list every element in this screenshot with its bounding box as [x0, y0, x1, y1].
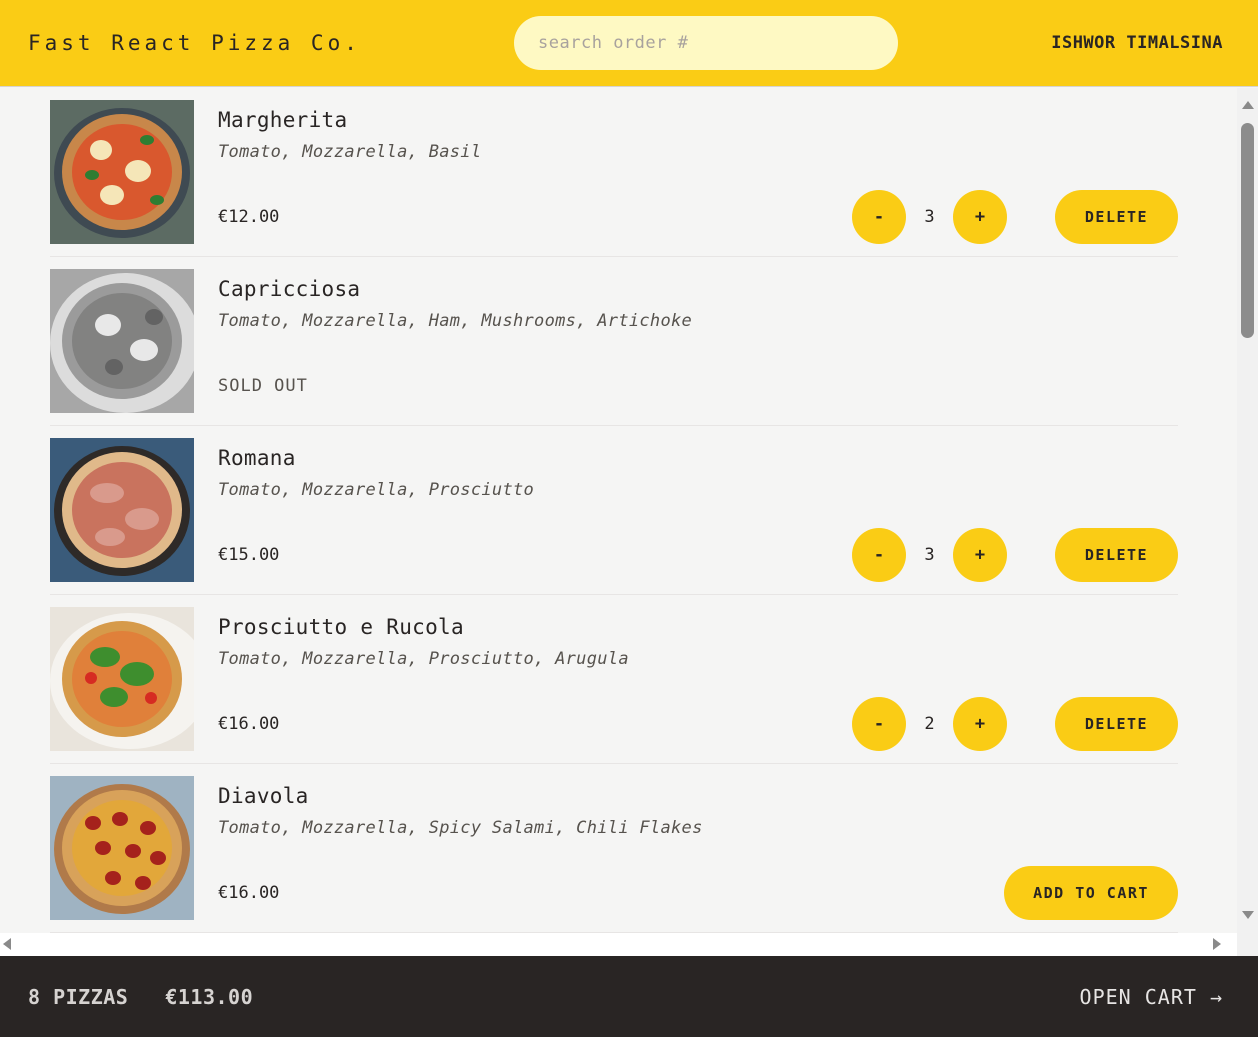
search-order-input[interactable] [514, 16, 899, 70]
pizza-image [50, 269, 194, 413]
sold-out-label: Sold out [218, 376, 308, 396]
menu-viewport: Margherita Tomato, Mozzarella, Basil €12… [0, 88, 1237, 933]
pizza-image [50, 607, 194, 751]
pizza-ingredients: Tomato, Mozzarella, Ham, Mushrooms, Arti… [218, 311, 693, 331]
app-logo[interactable]: Fast React Pizza Co. [28, 31, 361, 55]
pizza-image [50, 776, 194, 920]
cart-pizza-count: 8 pizzas [28, 984, 129, 1009]
increase-quantity-button[interactable]: + [953, 190, 1007, 244]
scroll-left-icon[interactable] [3, 938, 11, 950]
decrease-quantity-button[interactable]: - [852, 697, 906, 751]
quantity-value: 2 [924, 714, 935, 734]
pizza-name: Margherita [218, 108, 348, 132]
menu-item-margherita: Margherita Tomato, Mozzarella, Basil €12… [50, 88, 1178, 257]
pizza-ingredients: Tomato, Mozzarella, Spicy Salami, Chili … [218, 818, 703, 838]
pizza-ingredients: Tomato, Mozzarella, Basil [218, 142, 482, 162]
increase-quantity-button[interactable]: + [953, 528, 1007, 582]
delete-button[interactable]: Delete [1055, 697, 1178, 751]
scroll-right-icon[interactable] [1213, 938, 1221, 950]
cart-summary: 8 pizzas €113.00 [28, 985, 253, 1009]
item-body: Prosciutto e Rucola Tomato, Mozzarella, … [218, 607, 1178, 751]
pizza-price: €16.00 [218, 883, 280, 903]
item-body: Diavola Tomato, Mozzarella, Spicy Salami… [218, 776, 1178, 920]
pizza-price: €15.00 [218, 545, 280, 565]
item-footer: €15.00 - 3 + Delete [218, 528, 1178, 582]
pizza-name: Romana [218, 446, 296, 470]
pizza-ingredients: Tomato, Mozzarella, Prosciutto [218, 480, 535, 500]
decrease-quantity-button[interactable]: - [852, 190, 906, 244]
vertical-scrollbar[interactable] [1237, 88, 1258, 933]
item-footer: €16.00 - 2 + Delete [218, 697, 1178, 751]
horizontal-scrollbar[interactable] [0, 933, 1237, 956]
item-footer: €16.00 Add to cart [218, 866, 1178, 920]
quantity-value: 3 [924, 545, 935, 565]
delete-button[interactable]: Delete [1055, 190, 1178, 244]
cart-controls: - 2 + Delete [852, 697, 1178, 751]
increase-quantity-button[interactable]: + [953, 697, 1007, 751]
item-body: Capricciosa Tomato, Mozzarella, Ham, Mus… [218, 269, 1178, 413]
decrease-quantity-button[interactable]: - [852, 528, 906, 582]
pizza-image [50, 100, 194, 244]
cart-controls: - 3 + Delete [852, 190, 1178, 244]
add-to-cart-button[interactable]: Add to cart [1004, 866, 1178, 920]
menu-item-capricciosa: Capricciosa Tomato, Mozzarella, Ham, Mus… [50, 257, 1178, 426]
scroll-down-icon[interactable] [1242, 911, 1254, 919]
app-header: Fast React Pizza Co. ISHWOR TIMALSINA [0, 0, 1258, 87]
cart-controls: - 3 + Delete [852, 528, 1178, 582]
pizza-image [50, 438, 194, 582]
cart-total-price: €113.00 [165, 984, 254, 1009]
item-footer: Sold out [218, 359, 1178, 413]
cart-overview-bar: 8 pizzas €113.00 Open cart → [0, 956, 1258, 1037]
pizza-name: Diavola [218, 784, 309, 808]
scrollbar-thumb[interactable] [1241, 123, 1254, 338]
menu-item-prosciutto-e-rucola: Prosciutto e Rucola Tomato, Mozzarella, … [50, 595, 1178, 764]
username: ISHWOR TIMALSINA [1051, 33, 1223, 53]
item-body: Romana Tomato, Mozzarella, Prosciutto €1… [218, 438, 1178, 582]
open-cart-link[interactable]: Open cart → [1080, 985, 1223, 1009]
pizza-price: €12.00 [218, 207, 280, 227]
menu-item-diavola: Diavola Tomato, Mozzarella, Spicy Salami… [50, 764, 1178, 933]
pizza-price: €16.00 [218, 714, 280, 734]
delete-button[interactable]: Delete [1055, 528, 1178, 582]
quantity-value: 3 [924, 207, 935, 227]
scroll-up-icon[interactable] [1242, 101, 1254, 109]
pizza-ingredients: Tomato, Mozzarella, Prosciutto, Arugula [218, 649, 629, 669]
pizza-name: Capricciosa [218, 277, 361, 301]
scrollbar-corner [1237, 933, 1258, 956]
item-body: Margherita Tomato, Mozzarella, Basil €12… [218, 100, 1178, 244]
menu-list: Margherita Tomato, Mozzarella, Basil €12… [50, 88, 1178, 933]
item-footer: €12.00 - 3 + Delete [218, 190, 1178, 244]
pizza-name: Prosciutto e Rucola [218, 615, 464, 639]
menu-item-romana: Romana Tomato, Mozzarella, Prosciutto €1… [50, 426, 1178, 595]
